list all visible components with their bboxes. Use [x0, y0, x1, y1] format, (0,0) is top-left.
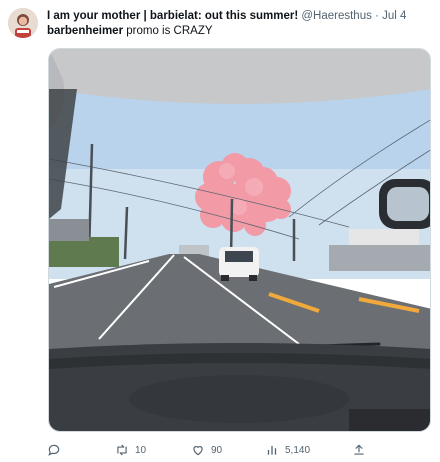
- avatar[interactable]: [8, 8, 38, 38]
- tweet[interactable]: I am your mother | barbielat: out this s…: [0, 0, 440, 462]
- tweet-actions: 10 90 5,140: [47, 440, 432, 460]
- heart-icon: [193, 446, 203, 456]
- share-icon: [354, 444, 364, 455]
- reply-icon: [48, 444, 60, 456]
- views-count: 5,140: [285, 444, 311, 456]
- tweet-text: barbenheimer promo is CRAZY: [47, 24, 213, 38]
- user-handle[interactable]: @Haeresthus: [301, 10, 371, 22]
- display-name[interactable]: I am your mother | barbielat: out this s…: [47, 10, 298, 22]
- avatar-image: [8, 8, 38, 38]
- retweet-button[interactable]: 10: [115, 440, 146, 460]
- separator-dot: ·: [375, 10, 379, 22]
- photo-pink-smoke-through-windshield: [49, 49, 430, 431]
- like-count: 90: [211, 444, 223, 456]
- tweet-date[interactable]: Jul 4: [382, 10, 406, 22]
- tweet-media-photo[interactable]: [48, 48, 431, 432]
- tweet-header: I am your mother | barbielat: out this s…: [47, 9, 432, 23]
- like-button[interactable]: 90: [191, 440, 222, 460]
- retweet-icon: [117, 444, 127, 456]
- reply-button[interactable]: [47, 440, 61, 460]
- views-icon: [267, 445, 277, 455]
- tweet-text-body: promo is CRAZY: [123, 25, 213, 37]
- retweet-count: 10: [135, 444, 147, 456]
- views-button[interactable]: 5,140: [265, 440, 310, 460]
- hashtag-link[interactable]: barbenheimer: [47, 25, 123, 37]
- share-button[interactable]: [352, 440, 366, 460]
